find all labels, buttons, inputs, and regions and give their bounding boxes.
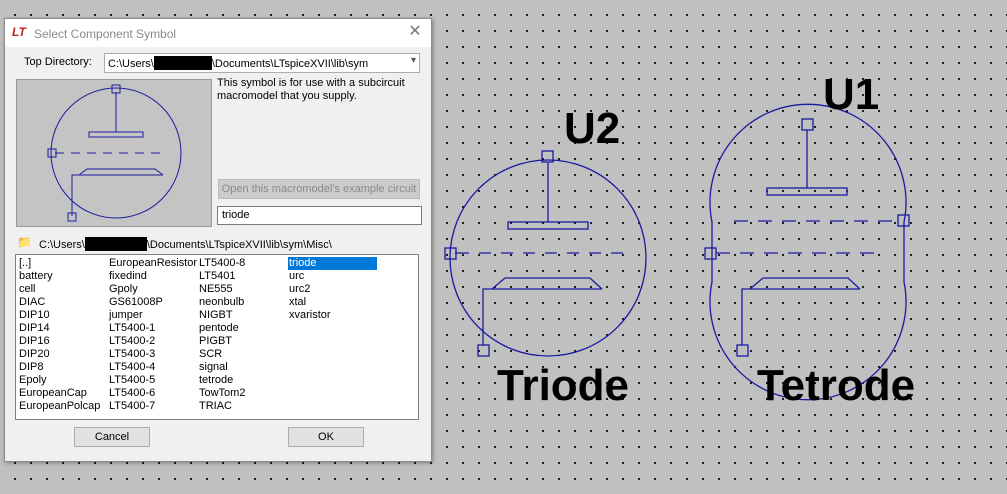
tetrode-symbol-u1[interactable]	[704, 103, 910, 401]
symbol-preview	[16, 79, 212, 227]
symbol-list[interactable]: [..] battery cell DIAC DIP10 DIP14 DIP16 DIP20 D…	[15, 254, 419, 420]
symbol-description: This symbol is for use with a subcircuit…	[217, 77, 405, 102]
list-item[interactable]: DIP20	[18, 348, 100, 361]
folder-up-icon[interactable]: 📁	[17, 235, 32, 249]
list-item[interactable]: pentode	[198, 322, 245, 335]
list-item[interactable]: Gpoly	[108, 283, 197, 296]
chevron-down-icon[interactable]: ▾	[411, 55, 416, 66]
list-item[interactable]: LT5400-7	[108, 400, 197, 413]
list-item[interactable]: LT5400-3	[108, 348, 197, 361]
list-item[interactable]: PIGBT	[198, 335, 245, 348]
u1-value-label: Tetrode	[757, 361, 915, 410]
u2-value-label: Triode	[497, 361, 629, 410]
list-item[interactable]: DIAC	[18, 296, 100, 309]
list-item[interactable]: TowTom2	[198, 387, 245, 400]
list-item[interactable]: DIP14	[18, 322, 100, 335]
list-item[interactable]: cell	[18, 283, 100, 296]
list-item[interactable]: fixedind	[108, 270, 197, 283]
u2-reference-label: U2	[564, 104, 620, 153]
list-item[interactable]: [..]	[18, 257, 100, 270]
symbol-name-input[interactable]: triode	[217, 206, 422, 225]
redacted-username	[84, 237, 147, 251]
list-item[interactable]: GS61008P	[108, 296, 197, 309]
top-directory-combobox[interactable]: C:\Users\ \Documents\LTspiceXVII\lib\sym …	[104, 53, 420, 73]
list-item[interactable]: DIP8	[18, 361, 100, 374]
list-item[interactable]: DIP10	[18, 309, 100, 322]
list-item[interactable]: LT5400-2	[108, 335, 197, 348]
list-item[interactable]: SCR	[198, 348, 245, 361]
dialog-title: Select Component Symbol	[34, 27, 177, 41]
list-item[interactable]: EuropeanResistor	[108, 257, 197, 270]
list-item[interactable]: battery	[18, 270, 100, 283]
triode-preview-icon	[47, 84, 182, 222]
list-column-1: [..] battery cell DIAC DIP10 DIP14 DIP16 DIP20 D…	[18, 257, 100, 413]
list-item[interactable]: jumper	[108, 309, 197, 322]
dialog-titlebar[interactable]: LT Select Component Symbol ✕	[5, 19, 431, 47]
list-item[interactable]: EuropeanCap	[18, 387, 100, 400]
list-item[interactable]: urc2	[288, 283, 377, 296]
current-path-label: C:\Users\ \Documents\LTspiceXVII\lib\sym\…	[39, 237, 332, 251]
list-item[interactable]: NIGBT	[198, 309, 245, 322]
list-item[interactable]: DIP16	[18, 335, 100, 348]
open-example-circuit-button[interactable]: Open this macromodel's example circuit	[218, 179, 420, 199]
list-item[interactable]: xtal	[288, 296, 377, 309]
top-directory-value: C:\Users\ \Documents\LTspiceXVII\lib\sym	[108, 56, 369, 70]
list-item[interactable]: tetrode	[198, 374, 245, 387]
list-item[interactable]: neonbulb	[198, 296, 245, 309]
close-icon[interactable]: ✕	[405, 22, 425, 42]
triode-symbol-u2[interactable]	[444, 150, 647, 357]
list-item[interactable]: Epoly	[18, 374, 100, 387]
list-item[interactable]: xvaristor	[288, 309, 377, 322]
list-item[interactable]: LT5401	[198, 270, 245, 283]
list-item[interactable]: urc	[288, 270, 377, 283]
list-item[interactable]: triode	[288, 257, 377, 270]
ok-button[interactable]: OK	[288, 427, 364, 447]
list-column-2: EuropeanResistor fixedind Gpoly GS61008P jum…	[108, 257, 197, 413]
cancel-button[interactable]: Cancel	[74, 427, 150, 447]
list-item[interactable]: LT5400-6	[108, 387, 197, 400]
redacted-username	[153, 56, 212, 70]
list-item[interactable]: signal	[198, 361, 245, 374]
list-column-3: LT5400-8 LT5401 NE555 neonbulb NIGBT pentode P…	[198, 257, 245, 413]
select-component-dialog: LT Select Component Symbol ✕ Top Directo…	[4, 18, 432, 462]
u1-reference-label: U1	[823, 70, 879, 119]
list-item[interactable]: LT5400-8	[198, 257, 245, 270]
list-item[interactable]: EuropeanPolcap	[18, 400, 100, 413]
list-column-4: triode urc urc2 xtal xvaristor	[288, 257, 377, 322]
list-item[interactable]: LT5400-1	[108, 322, 197, 335]
list-item[interactable]: TRIAC	[198, 400, 245, 413]
ltspice-app-icon: LT	[12, 25, 26, 39]
list-item[interactable]: LT5400-4	[108, 361, 197, 374]
list-item[interactable]: NE555	[198, 283, 245, 296]
list-item[interactable]: LT5400-5	[108, 374, 197, 387]
top-directory-label: Top Directory:	[24, 56, 92, 68]
